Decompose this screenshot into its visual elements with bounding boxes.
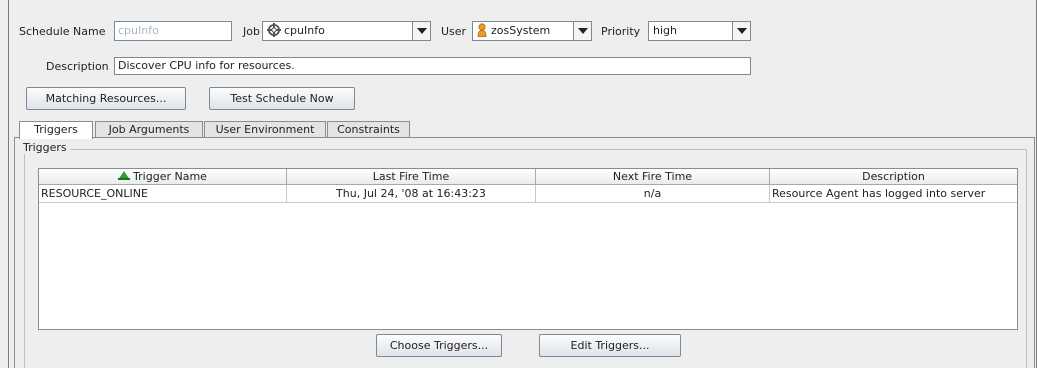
user-combo[interactable]: zosSystem [472, 21, 592, 41]
test-schedule-now-button[interactable]: Test Schedule Now [209, 87, 355, 110]
job-label: Job [243, 25, 260, 38]
triggers-group-title: Triggers [20, 141, 70, 154]
description-label: Description [46, 60, 109, 73]
priority-value-text: high [653, 24, 677, 37]
chevron-down-icon[interactable] [573, 22, 591, 40]
tab-triggers[interactable]: Triggers [19, 121, 93, 139]
tab-user-environment[interactable]: User Environment [204, 121, 326, 138]
user-value-text: zosSystem [491, 24, 551, 37]
window-left-edge [8, 0, 9, 368]
triggers-table[interactable]: Trigger Name Last Fire Time Next Fire Ti… [38, 168, 1018, 330]
table-cell-trigger-name[interactable]: RESOURCE_ONLINE [39, 185, 287, 203]
priority-combo[interactable]: high [648, 21, 751, 41]
table-cell-next-fire-time[interactable]: n/a [536, 185, 770, 203]
schedule-name-label: Schedule Name [19, 25, 106, 38]
schedule-editor-panel: Schedule Name cpuInfo Job cpuInfo User z… [0, 0, 1037, 368]
tab-constraints[interactable]: Constraints [327, 121, 410, 138]
choose-triggers-button[interactable]: Choose Triggers... [376, 334, 502, 357]
tab-job-arguments[interactable]: Job Arguments [95, 121, 203, 138]
chevron-down-icon[interactable] [732, 22, 750, 40]
matching-resources-button[interactable]: Matching Resources... [26, 87, 186, 110]
table-cell-last-fire-time[interactable]: Thu, Jul 24, '08 at 16:43:23 [287, 185, 536, 203]
job-value-text: cpuInfo [284, 24, 325, 37]
job-combo-value: cpuInfo [267, 22, 325, 40]
sort-ascending-icon [118, 171, 131, 180]
user-combo-value: zosSystem [477, 22, 550, 40]
schedule-name-field[interactable]: cpuInfo [114, 21, 232, 41]
column-header-last-fire-time[interactable]: Last Fire Time [287, 169, 536, 185]
edit-triggers-button[interactable]: Edit Triggers... [539, 334, 681, 357]
column-header-trigger-name[interactable]: Trigger Name [39, 169, 287, 185]
column-header-description[interactable]: Description [770, 169, 1017, 185]
column-header-next-fire-time[interactable]: Next Fire Time [536, 169, 770, 185]
gear-icon [267, 23, 281, 37]
user-icon [477, 23, 487, 37]
description-field[interactable]: Discover CPU info for resources. [114, 57, 751, 75]
priority-label: Priority [601, 25, 641, 38]
chevron-down-icon[interactable] [412, 22, 430, 40]
user-label: User [441, 25, 467, 38]
column-header-label: Trigger Name [133, 170, 207, 183]
table-cell-description[interactable]: Resource Agent has logged into server [770, 185, 1017, 203]
job-combo[interactable]: cpuInfo [262, 21, 431, 41]
